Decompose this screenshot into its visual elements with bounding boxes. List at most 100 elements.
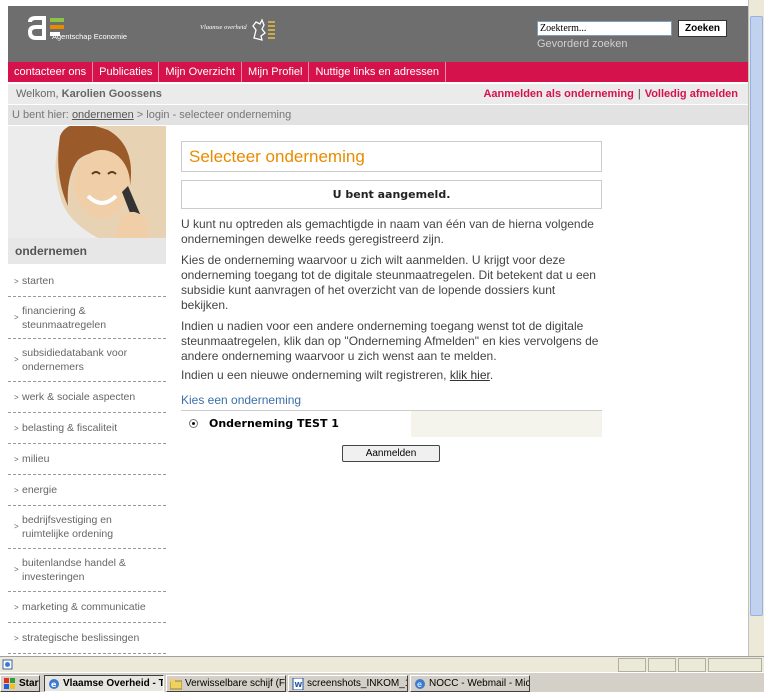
breadcrumb-current: login - selecteer onderneming <box>146 109 292 121</box>
sidebar-item-buitenlandse-handel[interactable]: > buitenlandse handel & investeringen <box>8 549 166 592</box>
company-radio[interactable] <box>189 419 198 428</box>
sidebar-item-label: milieu <box>22 453 50 465</box>
taskbar-item-word[interactable]: W screenshots_INKOM_11-... <box>288 675 408 692</box>
internet-explorer-icon: e <box>415 678 425 689</box>
status-pane <box>648 658 676 672</box>
taskbar-item-ie[interactable]: e Vlaamse Overheid - T... <box>44 675 164 692</box>
chevron-right-icon: > <box>14 602 19 612</box>
sidebar-item-label: subsidiedatabank voor ondernemers <box>22 347 128 373</box>
company-option-row[interactable]: Onderneming TEST 1 <box>181 410 602 437</box>
sidebar-item-financiering[interactable]: > financiering & steunmaatregelen <box>8 297 166 339</box>
folder-icon <box>170 678 182 689</box>
chevron-right-icon: > <box>14 485 19 495</box>
taskbar-item-label: Vlaamse Overheid - T... <box>63 678 164 689</box>
nav-item-publications[interactable]: Publicaties <box>93 62 160 82</box>
chevron-right-icon: > <box>14 454 19 464</box>
status-pane <box>678 658 706 672</box>
sidebar-item-label: werk & sociale aspecten <box>22 391 136 403</box>
nav-item-my-overview[interactable]: Mijn Overzicht <box>159 62 243 82</box>
chevron-right-icon: > <box>14 633 19 643</box>
status-pane <box>708 658 762 672</box>
sidebar-item-starten[interactable]: > starten <box>8 266 166 297</box>
welcome-prefix: Welkom, <box>16 88 59 100</box>
logout-link[interactable]: Volledig afmelden <box>645 88 738 100</box>
taskbar-item-webmail[interactable]: e NOCC - Webmail - Micros... <box>410 675 530 692</box>
chevron-right-icon: > <box>14 423 19 433</box>
login-notice: U bent aangemeld. <box>181 180 602 209</box>
register-suffix: . <box>489 368 494 382</box>
register-text: Indien u een nieuwe onderneming wilt reg… <box>181 368 447 382</box>
svg-text:e: e <box>51 680 57 689</box>
svg-text:e: e <box>417 680 422 689</box>
choose-company-label: Kies een onderneming <box>181 393 302 407</box>
svg-text:W: W <box>295 681 303 689</box>
browser-viewport: Agentschap Economie Vlaamse overheid Zoe… <box>0 0 748 656</box>
government-label: Vlaamse overheid <box>200 24 247 31</box>
link-separator: | <box>637 88 641 100</box>
start-label: Start <box>19 678 40 689</box>
internet-explorer-icon: e <box>49 678 59 689</box>
sidebar-item-label: starten <box>22 275 55 287</box>
main-nav: contacteer ons Publicaties Mijn Overzich… <box>8 62 748 82</box>
instructions-paragraph: Kies de onderneming waarvoor u zich wilt… <box>181 253 596 312</box>
breadcrumb-prefix: U bent hier: <box>12 109 69 121</box>
welcome-bar: Welkom, Karolien Goossens Aanmelden als … <box>8 84 748 104</box>
welcome-text: Welkom, Karolien Goossens <box>16 84 162 104</box>
vertical-scrollbar[interactable] <box>748 0 764 656</box>
search-button[interactable]: Zoeken <box>678 20 727 37</box>
login-submit-button[interactable]: Aanmelden <box>342 445 440 462</box>
taskbar-item-drive[interactable]: Verwisselbare schijf (F:) <box>166 675 286 692</box>
nav-item-useful-links[interactable]: Nuttige links en adressen <box>309 62 446 82</box>
taskbar-item-label: NOCC - Webmail - Micros... <box>429 678 530 689</box>
chevron-right-icon: > <box>14 565 19 574</box>
page-title: Selecteer onderneming <box>181 141 602 172</box>
sidebar-item-marketing[interactable]: > marketing & communicatie <box>8 592 166 623</box>
sidebar-item-label: marketing & communicatie <box>22 601 146 613</box>
advanced-search-link[interactable]: Gevorderd zoeken <box>537 38 628 50</box>
windows-logo-icon <box>4 677 15 689</box>
sidebar: ondernemen > starten > financiering & steu… <box>8 126 166 656</box>
nav-item-contact[interactable]: contacteer ons <box>8 62 94 82</box>
chevron-right-icon: > <box>14 392 19 402</box>
start-button[interactable]: Start <box>0 675 40 692</box>
status-pane <box>618 658 646 672</box>
taskbar-item-label: Verwisselbare schijf (F:) <box>185 678 286 689</box>
sidebar-item-subsidiedatabank[interactable]: > subsidiedatabank voor ondernemers <box>8 339 166 382</box>
breadcrumb-separator: > <box>136 109 144 121</box>
sidebar-item-energie[interactable]: > energie <box>8 475 166 506</box>
sidebar-item-strategische[interactable]: > strategische beslissingen <box>8 623 166 654</box>
switch-paragraph: Indien u nadien voor een andere ondernem… <box>181 319 599 363</box>
login-company-link[interactable]: Aanmelden als onderneming <box>483 88 633 100</box>
user-name: Karolien Goossens <box>61 88 162 100</box>
taskbar-item-label: screenshots_INKOM_11-... <box>307 678 407 689</box>
sidebar-item-label: buitenlandse handel & investeringen <box>22 557 126 583</box>
logo-text: Agentschap Economie <box>52 32 128 41</box>
search-input[interactable] <box>537 21 672 36</box>
scrollbar-thumb[interactable] <box>750 16 763 616</box>
sidebar-title: ondernemen <box>8 238 166 264</box>
intro-paragraph: U kunt nu optreden als gemachtigde in na… <box>181 217 594 246</box>
breadcrumb: U bent hier: ondernemen > login - select… <box>8 105 748 125</box>
page-done-icon <box>2 659 13 670</box>
sidebar-item-bedrijfsvestiging[interactable]: > bedrijfsvestiging en ruimtelijke ordeni… <box>8 506 166 549</box>
company-name: Onderneming TEST 1 <box>209 417 339 430</box>
site-header: Agentschap Economie Vlaamse overheid Zoe… <box>8 6 748 62</box>
sidebar-item-label: belasting & fiscaliteit <box>22 422 118 434</box>
sidebar-menu: > starten > financiering & steunmaatregele… <box>8 266 166 654</box>
browser-status-bar <box>0 656 764 672</box>
sidebar-item-belasting[interactable]: > belasting & fiscaliteit <box>8 413 166 444</box>
sidebar-item-label: energie <box>22 484 58 496</box>
sidebar-item-werk[interactable]: > werk & sociale aspecten <box>8 382 166 413</box>
word-document-icon: W <box>292 677 304 690</box>
woman-on-phone-image <box>8 126 166 238</box>
hero-photo <box>8 126 166 238</box>
windows-taskbar: Start e Vlaamse Overheid - T... Verwisse… <box>0 672 764 692</box>
sidebar-item-label: bedrijfsvestiging en ruimtelijke ordenin… <box>22 514 114 540</box>
breadcrumb-link-ondernemen[interactable]: ondernemen <box>72 109 134 121</box>
chevron-right-icon: > <box>14 312 19 322</box>
sidebar-item-label: financiering & steunmaatregelen <box>22 304 107 331</box>
register-paragraph: Indien u een nieuwe onderneming wilt reg… <box>181 368 602 383</box>
nav-item-my-profile[interactable]: Mijn Profiel <box>242 62 310 82</box>
register-link[interactable]: klik hier <box>450 368 490 382</box>
sidebar-item-milieu[interactable]: > milieu <box>8 444 166 475</box>
